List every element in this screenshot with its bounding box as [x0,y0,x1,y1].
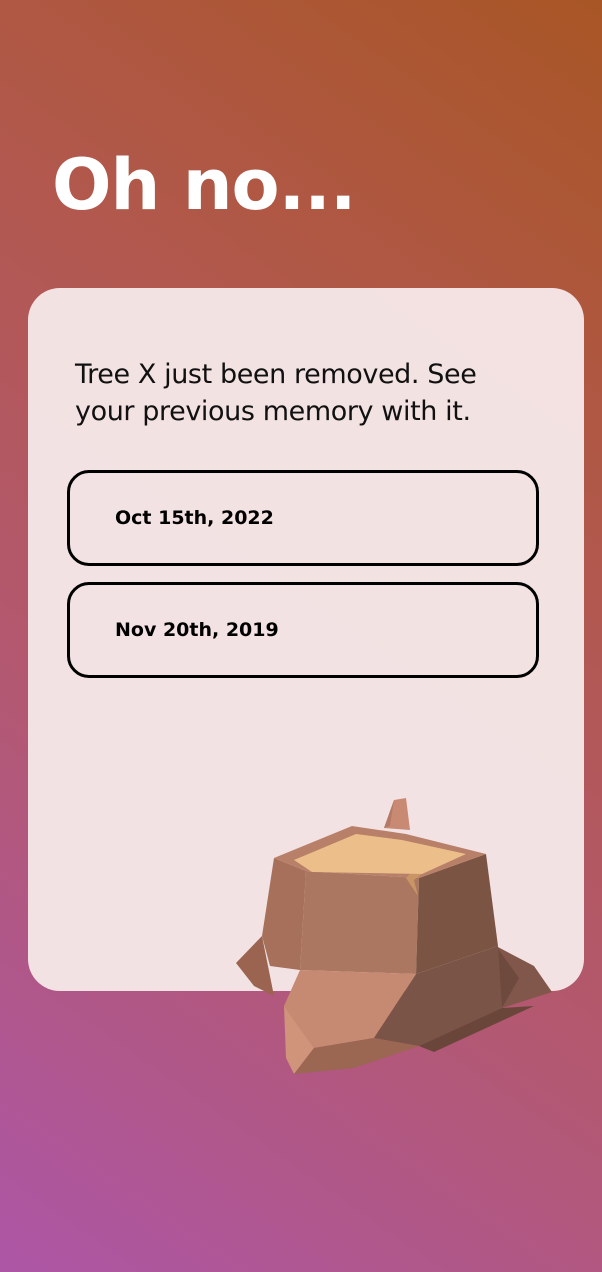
page-title: Oh no... [52,144,356,226]
memory-date: Oct 15th, 2022 [115,507,274,529]
screen: Oh no... Tree X just been removed. See y… [0,0,602,1272]
tree-stump-illustration [236,798,552,1074]
memory-item[interactable]: Oct 15th, 2022 [67,470,539,566]
memory-item[interactable]: Nov 20th, 2019 [67,582,539,678]
removal-message: Tree X just been removed. See your previ… [75,359,477,427]
memory-date: Nov 20th, 2019 [115,619,279,641]
